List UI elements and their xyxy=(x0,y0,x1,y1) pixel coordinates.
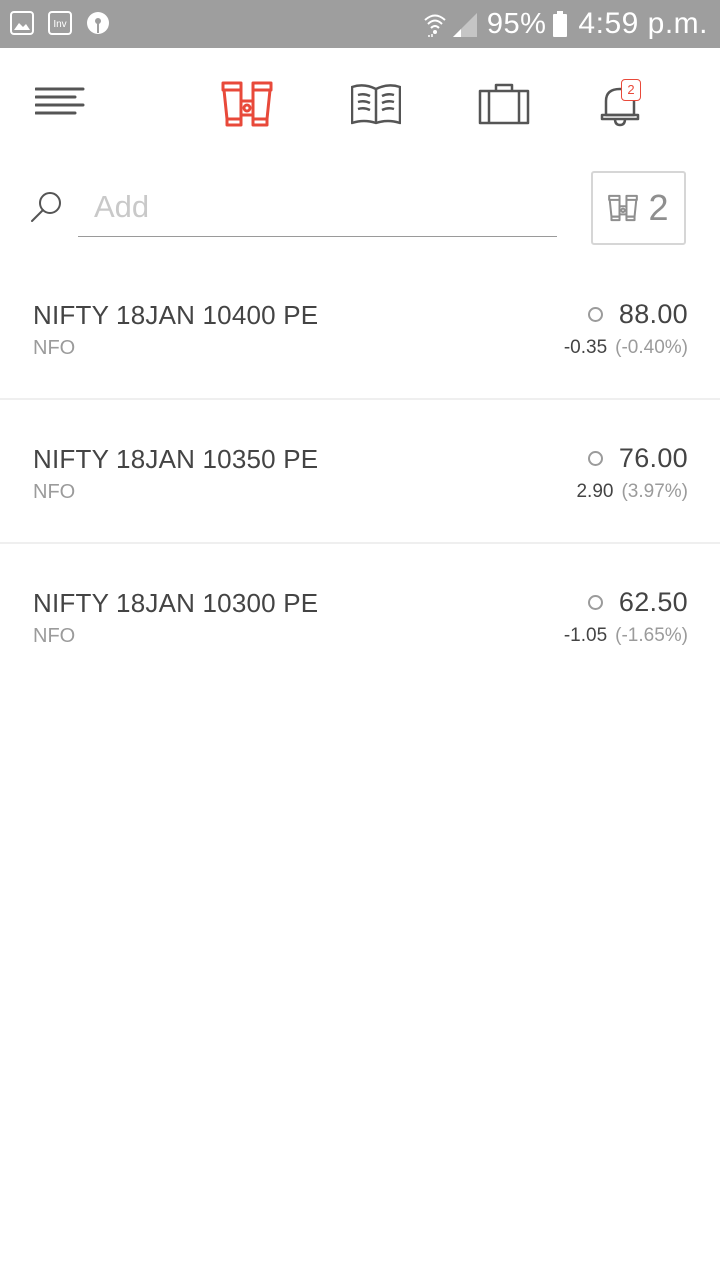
ltp-group: 88.00 xyxy=(587,299,688,330)
price-indicator-icon xyxy=(587,451,603,466)
watchlist-switch-button[interactable]: 2 xyxy=(591,171,686,245)
book-icon xyxy=(351,84,401,125)
price-change-percent: (-0.40%) xyxy=(615,337,688,358)
tab-marketwatch[interactable] xyxy=(215,76,279,132)
instrument-symbol: NIFTY 18JAN 10300 PE xyxy=(33,588,319,618)
sbi-icon xyxy=(87,12,109,34)
inv-app-label: Inv xyxy=(53,19,66,30)
price-change: -1.05 xyxy=(563,625,608,646)
battery-percent: 95% xyxy=(486,7,547,40)
price-change-percent: (3.97%) xyxy=(621,481,688,502)
inv-app-icon: Inv xyxy=(48,11,72,35)
search-icon xyxy=(31,192,61,222)
battery-icon xyxy=(553,11,568,37)
wifi-icon xyxy=(424,14,446,37)
price-indicator-icon xyxy=(587,307,603,322)
list-item[interactable]: NIFTY 18JAN 10300 PE NFO 62.50 -1.05 (-1… xyxy=(0,544,720,688)
list-item[interactable]: NIFTY 18JAN 10350 PE NFO 76.00 2.90 (3.9… xyxy=(0,400,720,544)
instrument-exchange: NFO xyxy=(33,625,76,647)
menu-button[interactable] xyxy=(28,76,92,132)
instrument-exchange: NFO xyxy=(33,481,76,503)
last-price: 88.00 xyxy=(618,299,688,329)
instrument-symbol: NIFTY 18JAN 10400 PE xyxy=(33,300,319,330)
instrument-exchange: NFO xyxy=(33,337,76,359)
status-bar: Inv 95% 4:59 p.m. xyxy=(0,0,720,48)
search-input[interactable] xyxy=(78,178,557,237)
tab-notifications[interactable]: 2 xyxy=(588,76,652,132)
hamburger-icon xyxy=(35,87,85,115)
search-bar: 2 xyxy=(0,160,720,270)
list-item[interactable]: NIFTY 18JAN 10400 PE NFO 88.00 -0.35 (-0… xyxy=(0,256,720,400)
price-change-percent: (-1.65%) xyxy=(615,625,688,646)
price-indicator-icon xyxy=(587,595,603,610)
watchlist-number: 2 xyxy=(648,187,669,228)
change-group: -0.35 (-0.40%) xyxy=(564,337,688,359)
notification-count-badge: 2 xyxy=(621,79,641,101)
change-group: -1.05 (-1.65%) xyxy=(564,625,688,647)
tab-portfolio[interactable] xyxy=(472,76,536,132)
price-change: 2.90 xyxy=(576,481,614,502)
instrument-symbol: NIFTY 18JAN 10350 PE xyxy=(33,444,319,474)
change-group: 2.90 (3.97%) xyxy=(576,481,688,503)
binoculars-icon xyxy=(221,81,273,127)
briefcase-icon xyxy=(478,83,530,125)
ltp-group: 62.50 xyxy=(587,587,688,618)
top-navigation: 2 xyxy=(0,48,720,160)
binoculars-icon xyxy=(608,194,639,222)
signal-icon xyxy=(452,13,477,37)
last-price: 62.50 xyxy=(618,587,688,617)
status-notification-icons: Inv xyxy=(10,11,110,35)
watchlist: NIFTY 18JAN 10400 PE NFO 88.00 -0.35 (-0… xyxy=(0,256,720,688)
last-price: 76.00 xyxy=(618,443,688,473)
tab-orders[interactable] xyxy=(344,76,408,132)
status-system-icons: 95% 4:59 p.m. xyxy=(423,0,708,48)
price-change: -0.35 xyxy=(563,337,608,358)
clock: 4:59 p.m. xyxy=(578,7,708,40)
ltp-group: 76.00 xyxy=(587,443,688,474)
gallery-icon xyxy=(10,11,34,35)
